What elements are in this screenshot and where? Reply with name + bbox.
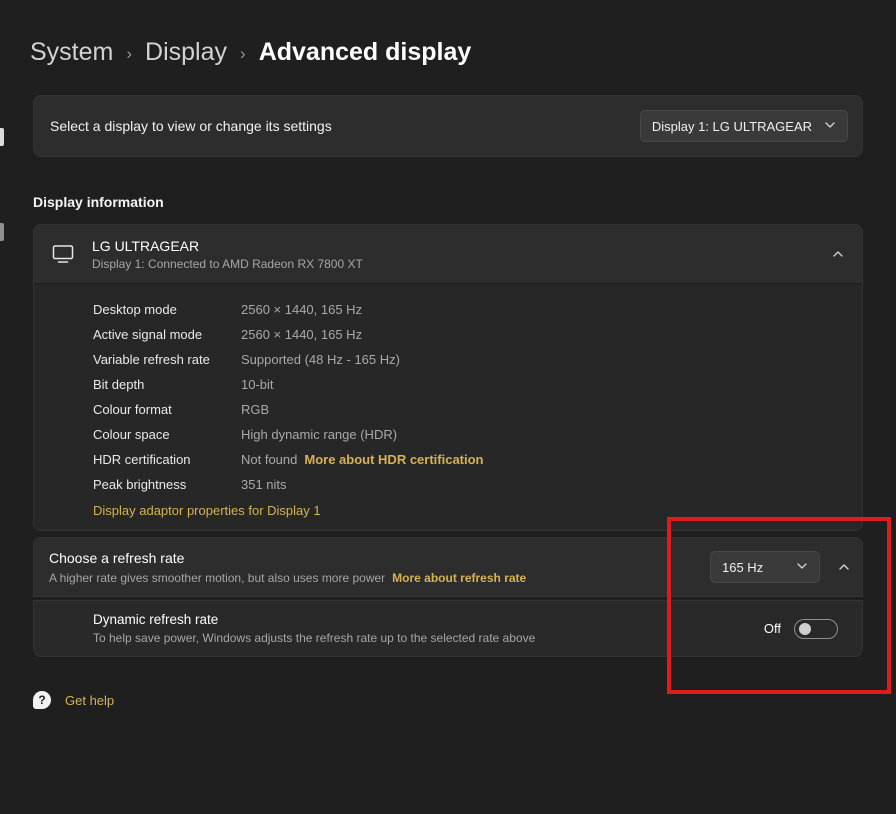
display-information-card: LG ULTRAGEAR Display 1: Connected to AMD… xyxy=(33,224,863,531)
dynamic-refresh-rate-text: Dynamic refresh rate To help save power,… xyxy=(93,612,764,645)
refresh-rate-dropdown[interactable]: 165 Hz xyxy=(710,551,820,583)
display-information-heading: Display information xyxy=(33,194,164,210)
get-help-link[interactable]: ? Get help xyxy=(33,691,114,709)
refresh-rate-title: Choose a refresh rate xyxy=(49,550,710,566)
display-info-body: Desktop mode 2560 × 1440, 165 Hz Active … xyxy=(34,284,862,520)
dynamic-refresh-rate-toggle-group: Off xyxy=(764,619,838,639)
display-adaptor-properties-link[interactable]: Display adaptor properties for Display 1 xyxy=(93,503,321,518)
refresh-rate-value: 165 Hz xyxy=(722,560,763,575)
toggle-state-label: Off xyxy=(764,621,781,636)
info-row-colour-space: Colour space High dynamic range (HDR) xyxy=(93,422,862,447)
info-row-bit-depth: Bit depth 10-bit xyxy=(93,372,862,397)
info-row-hdr-certification: HDR certification Not found More about H… xyxy=(93,447,862,472)
refresh-rate-card: Choose a refresh rate A higher rate give… xyxy=(33,537,863,597)
info-row-desktop-mode: Desktop mode 2560 × 1440, 165 Hz xyxy=(93,297,862,322)
toggle-knob xyxy=(799,623,811,635)
display-info-expander[interactable]: LG ULTRAGEAR Display 1: Connected to AMD… xyxy=(34,225,862,284)
display-selector-label: Select a display to view or change its s… xyxy=(50,118,332,134)
dynamic-refresh-rate-title: Dynamic refresh rate xyxy=(93,612,764,627)
chevron-down-icon xyxy=(796,560,808,575)
window-edge-artifact xyxy=(0,128,4,146)
dynamic-refresh-rate-subtitle: To help save power, Windows adjusts the … xyxy=(93,631,764,645)
info-row-peak-brightness: Peak brightness 351 nits xyxy=(93,472,862,497)
monitor-name: LG ULTRAGEAR xyxy=(92,238,832,254)
help-icon: ? xyxy=(33,691,51,709)
monitor-connection-subtitle: Display 1: Connected to AMD Radeon RX 78… xyxy=(92,257,832,271)
hdr-certification-link[interactable]: More about HDR certification xyxy=(304,452,483,467)
breadcrumb: System › Display › Advanced display xyxy=(30,38,471,67)
chevron-up-icon[interactable] xyxy=(832,248,844,260)
refresh-rate-subtitle: A higher rate gives smoother motion, but… xyxy=(49,571,710,585)
window-edge-artifact xyxy=(0,223,4,241)
dynamic-refresh-rate-toggle[interactable] xyxy=(794,619,838,639)
advanced-display-settings-page: System › Display › Advanced display Sele… xyxy=(0,0,896,814)
display-selector-value: Display 1: LG ULTRAGEAR xyxy=(652,119,812,134)
monitor-titles: LG ULTRAGEAR Display 1: Connected to AMD… xyxy=(92,238,832,271)
info-row-variable-refresh-rate: Variable refresh rate Supported (48 Hz -… xyxy=(93,347,862,372)
chevron-right-icon: › xyxy=(240,42,246,64)
info-row-colour-format: Colour format RGB xyxy=(93,397,862,422)
chevron-right-icon: › xyxy=(126,42,132,64)
breadcrumb-system[interactable]: System xyxy=(30,38,113,67)
chevron-up-icon[interactable] xyxy=(838,561,850,573)
dynamic-refresh-rate-card: Dynamic refresh rate To help save power,… xyxy=(33,600,863,657)
display-selector-card: Select a display to view or change its s… xyxy=(33,95,863,157)
chevron-down-icon xyxy=(824,119,836,134)
refresh-rate-text: Choose a refresh rate A higher rate give… xyxy=(49,550,710,585)
get-help-label: Get help xyxy=(65,693,114,708)
more-about-refresh-rate-link[interactable]: More about refresh rate xyxy=(392,571,526,585)
page-title: Advanced display xyxy=(259,38,472,67)
breadcrumb-display[interactable]: Display xyxy=(145,38,227,67)
info-row-active-signal-mode: Active signal mode 2560 × 1440, 165 Hz xyxy=(93,322,862,347)
monitor-icon xyxy=(34,244,92,264)
display-selector-dropdown[interactable]: Display 1: LG ULTRAGEAR xyxy=(640,110,848,142)
